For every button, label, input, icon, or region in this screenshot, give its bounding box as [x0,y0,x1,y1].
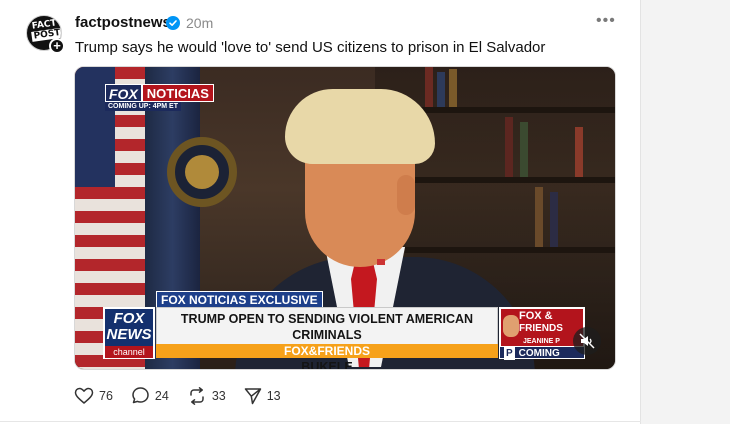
ear [397,175,415,215]
repost-icon [190,386,204,405]
verified-badge-icon [166,16,180,30]
divider [0,421,641,422]
page-margin [641,0,730,424]
more-icon[interactable]: ••• [596,12,616,30]
book [449,69,457,107]
comment-icon [132,387,149,404]
promo-coming-label: P COMING [499,346,585,360]
fox-noticias-logo: FOX NOTICIAS [105,84,214,102]
repost-button[interactable]: 33 [187,386,226,405]
muted-speaker-icon [579,333,595,349]
video-player[interactable]: FOX NOTICIAS COMING UP: 4PM ET FOX NOTIC… [74,66,616,370]
bookshelf [405,247,615,253]
seal-eagle [185,155,219,189]
like-button[interactable]: 76 [74,387,113,405]
mute-button[interactable] [573,327,601,355]
reply-count: 24 [154,388,169,403]
host-thumbnail [503,315,519,337]
post-card: FACT POST + factpostnews 20m ••• Trump s… [0,0,641,424]
headline-chyron: TRUMP OPEN TO SENDING VIOLENT AMERICAN C… [156,307,498,369]
username[interactable]: factpostnews [75,14,171,31]
hair [285,89,435,164]
post-text: Trump says he would 'love to' send US ci… [75,39,546,56]
book [437,72,445,107]
share-button[interactable]: 13 [244,387,281,405]
fox-news-channel-logo: FOX NEWS channel [103,307,155,359]
book [520,122,528,177]
follow-plus-icon[interactable]: + [49,38,65,54]
repost-count: 33 [211,388,226,403]
book [425,67,433,107]
flag-pin [377,259,385,265]
like-count: 76 [99,388,113,403]
send-icon [244,387,261,404]
headline-line-1: TRUMP OPEN TO SENDING VIOLENT AMERICAN C… [180,312,474,342]
action-bar: 76 24 33 13 [74,386,299,405]
heart-icon [74,387,94,404]
book [575,127,583,177]
book [550,192,558,247]
book [535,187,543,247]
coming-up-label: COMING UP: 4PM ET [105,102,182,111]
reply-button[interactable]: 24 [131,386,169,405]
bookshelf [405,107,615,113]
share-count: 13 [266,388,281,403]
timestamp: 20m [186,15,214,31]
fox-friends-bar: FOX&FRIENDS [156,344,498,358]
book [505,117,513,177]
bookshelf [405,177,615,183]
